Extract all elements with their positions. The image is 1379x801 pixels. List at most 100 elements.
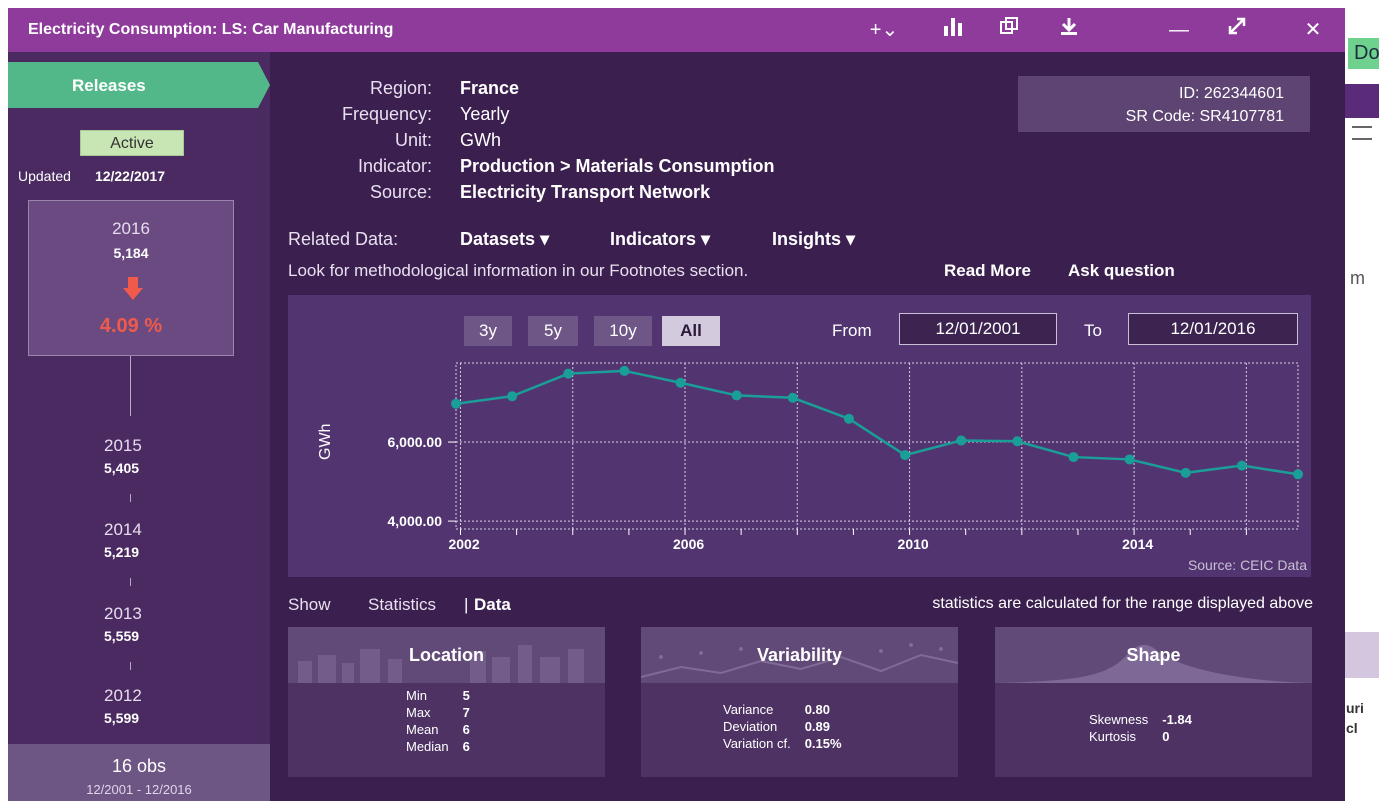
insights-label: Insights <box>772 229 842 249</box>
caret-down-icon: ▾ <box>846 229 856 249</box>
data-point <box>731 390 742 401</box>
release-year: 2012 <box>104 686 142 705</box>
datasets-label: Datasets <box>460 229 536 249</box>
variability-title: Variability <box>756 645 843 665</box>
x-tick-label: 2006 <box>673 536 704 552</box>
data-point <box>1124 454 1135 465</box>
current-value: 5,184 <box>113 245 149 261</box>
close-button[interactable]: ✕ <box>1298 16 1328 44</box>
timeline-tick <box>130 494 131 502</box>
shape-title: Shape <box>1126 645 1181 665</box>
statistics-link[interactable]: Statistics <box>368 595 436 615</box>
window-title: Electricity Consumption: LS: Car Manufac… <box>28 21 394 38</box>
stat-value: 5 <box>462 688 470 703</box>
meta-value: Electricity Transport Network <box>460 182 711 202</box>
stat-value: 0.80 <box>804 702 830 717</box>
x-tick-label: 2002 <box>448 536 479 552</box>
data-point <box>563 368 574 379</box>
release-item[interactable]: 2015 5,405 <box>104 436 164 476</box>
related-label: Related Data: <box>288 229 399 249</box>
show-label: Show <box>288 595 331 614</box>
timeline-tick <box>130 578 131 586</box>
background-menu-icon <box>1352 126 1372 140</box>
variability-body: Variance 0.80 Deviation 0.89 Variation cf.… <box>723 701 1040 752</box>
data-point <box>1012 436 1023 447</box>
releases-tab[interactable]: Releases <box>8 62 270 108</box>
stat-value: 6 <box>462 739 470 754</box>
change-percent: 4.09 % <box>99 315 163 337</box>
data-point <box>1293 469 1303 480</box>
background-fragment: Do <box>1348 38 1379 69</box>
release-year: 2015 <box>104 436 142 455</box>
datasets-dropdown[interactable]: Datasets ▾ <box>460 229 549 250</box>
add-button[interactable]: +⌄ <box>864 16 904 44</box>
caret-down-icon: ▾ <box>540 229 550 249</box>
shape-body: Skewness -1.84 Kurtosis 0 <box>1089 711 1345 745</box>
related-data: Related Data: Datasets ▾ Indicators ▾ In… <box>288 229 855 250</box>
data-point <box>1180 467 1191 478</box>
release-item[interactable]: 2012 5,599 <box>104 686 164 726</box>
chart-icon[interactable] <box>938 16 968 44</box>
insights-dropdown[interactable]: Insights ▾ <box>772 229 855 250</box>
chart-source: Source: CEIC Data <box>1187 557 1307 573</box>
meta-value: France <box>460 78 520 98</box>
indicators-label: Indicators <box>610 229 697 249</box>
series-window: Electricity Consumption: LS: Car Manufac… <box>8 8 1345 801</box>
data-point <box>619 365 630 376</box>
obs-count: 16 obs <box>111 756 167 776</box>
updated-info: Updated 12/22/2017 <box>18 168 165 184</box>
footnote-line: Look for methodological information in o… <box>288 261 1175 281</box>
indicators-dropdown[interactable]: Indicators ▾ <box>610 229 710 250</box>
stat-value: 0 <box>1162 729 1170 744</box>
release-value: 5,599 <box>104 710 140 726</box>
stat-label: Kurtosis <box>1089 729 1136 744</box>
observations-summary: 16 obs 12/2001 - 12/2016 <box>8 744 270 801</box>
ask-question-link[interactable]: Ask question <box>1068 261 1175 281</box>
series-id: ID: 262344601 <box>1179 85 1284 102</box>
stat-label: Variance <box>723 702 774 717</box>
location-title: Location <box>409 645 484 665</box>
maximize-icon[interactable] <box>1222 16 1252 44</box>
stat-label: Mean <box>406 722 439 737</box>
copy-icon[interactable] <box>994 16 1024 44</box>
current-year: 2016 <box>112 219 150 238</box>
releases-sidebar: Releases Active Updated 12/22/2017 2016 5… <box>8 52 270 801</box>
y-tick-label: 6,000.00 <box>388 434 443 450</box>
release-value: 5,405 <box>104 460 140 476</box>
chart-panel: 3y 5y 10y All From 12/01/2001 To 12/01/2… <box>288 295 1311 577</box>
meta-key: Frequency: <box>341 104 432 124</box>
background-fragment: cl <box>1346 720 1358 736</box>
minimize-button[interactable]: — <box>1164 16 1194 44</box>
data-point <box>1068 452 1079 463</box>
meta-value: GWh <box>460 130 502 150</box>
current-release-card[interactable]: 2016 5,184 4.09 % <box>28 200 234 356</box>
variability-card: Variability Variance 0.80 Deviation 0.89 V… <box>641 627 958 777</box>
meta-value: Production > Materials Consumption <box>460 156 775 176</box>
data-link[interactable]: Data <box>474 595 511 615</box>
release-value: 5,559 <box>104 628 140 644</box>
release-item[interactable]: 2013 5,559 <box>104 604 164 644</box>
variability-header: Variability <box>641 627 958 683</box>
shape-card: Shape Skewness -1.84 Kurtosis 0 <box>995 627 1312 777</box>
caret-down-icon: ▾ <box>701 229 711 249</box>
plot-frame <box>455 362 1299 530</box>
meta-key: Region: <box>369 78 432 98</box>
data-point <box>900 450 911 461</box>
series-line <box>455 369 1299 476</box>
background-bar <box>1345 84 1379 118</box>
download-icon[interactable] <box>1054 16 1084 44</box>
stat-value: 0.15% <box>804 736 842 751</box>
location-header: Location <box>288 627 605 683</box>
meta-key: Unit: <box>394 130 432 150</box>
obs-range: 12/2001 - 12/2016 <box>86 782 192 797</box>
release-item[interactable]: 2014 5,219 <box>104 520 164 560</box>
data-point <box>507 391 518 402</box>
location-card: Location Min 5 Max 7 Mean 6 Median 6 <box>288 627 605 777</box>
data-point <box>787 392 798 403</box>
id-box: ID: 262344601 SR Code: SR4107781 <box>1018 76 1310 132</box>
read-more-link[interactable]: Read More <box>944 261 1031 281</box>
footnote-text: Look for methodological information in o… <box>288 261 749 280</box>
background-fragment: m <box>1350 268 1365 288</box>
stat-label: Variation cf. <box>723 736 791 751</box>
stat-value: 0.89 <box>804 719 830 734</box>
